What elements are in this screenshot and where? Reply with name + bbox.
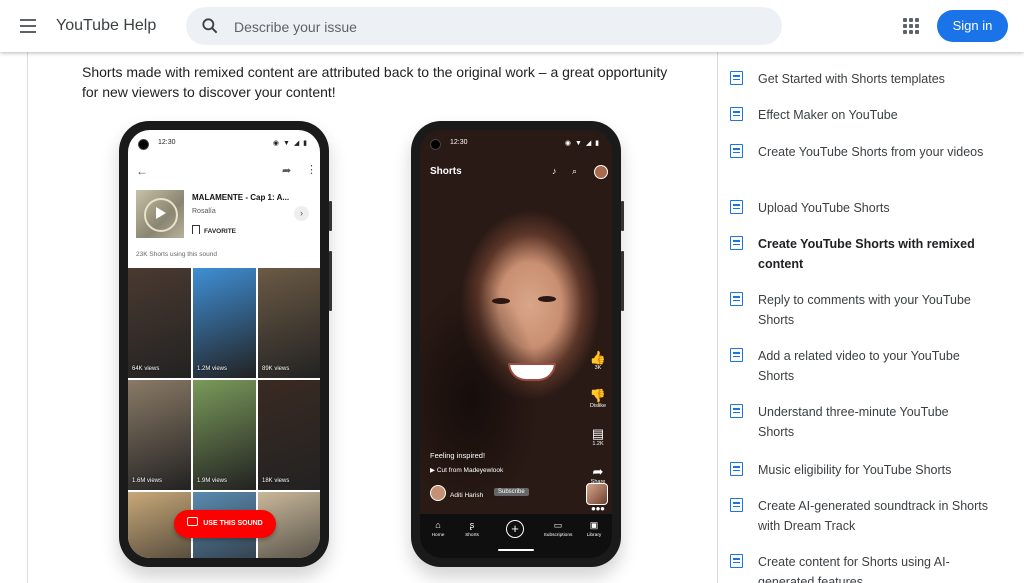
gesture-bar [498, 549, 534, 551]
bookmark-icon [192, 225, 200, 234]
article-icon [730, 200, 743, 214]
share-button: ➦ Share [586, 464, 610, 486]
status-time: 12:30 [450, 139, 468, 146]
article-icon [730, 144, 743, 158]
camera-icon [138, 139, 149, 150]
share-icon: ➦ [592, 464, 604, 479]
google-apps-icon[interactable] [903, 18, 919, 34]
sidebar-item-three-minute-shorts[interactable]: Understand three-minute YouTube Shorts [730, 402, 988, 442]
artist-name: Rosalía [192, 208, 216, 215]
article-icon [730, 348, 743, 362]
shorts-title: Shorts [430, 166, 462, 177]
song-title: MALAMENTE - Cap 1: A... [192, 193, 290, 202]
article-icon [730, 554, 743, 568]
subscribe-button: Subscribe [494, 488, 529, 496]
search-icon[interactable] [200, 16, 220, 36]
sidebar-item-shorts-from-videos[interactable]: Create YouTube Shorts from your videos [730, 142, 988, 162]
search-bar[interactable] [186, 7, 782, 45]
sidebar-item-upload-shorts[interactable]: Upload YouTube Shorts [730, 198, 988, 218]
chevron-right-icon: › [294, 206, 309, 221]
tile-views: 1.9M views [197, 478, 228, 484]
channel-name: Aditi Harish [430, 485, 483, 501]
shorts-icon: ʂ [469, 520, 475, 530]
share-icon: ➦ [282, 165, 292, 177]
cut-from-label: ▶ Cut from Madeyewlook [430, 467, 504, 474]
more-vert-icon: ⋮ [306, 164, 317, 176]
comment-icon: ▤ [591, 426, 605, 441]
play-icon [156, 207, 166, 219]
camera-icon [187, 517, 199, 526]
tile-views: 64K views [132, 366, 160, 372]
favorite-label: FAVORITE [192, 225, 236, 235]
article-icon [730, 404, 743, 418]
sidebar-item-effect-maker[interactable]: Effect Maker on YouTube [730, 105, 988, 125]
nav-library: ▣ Library [576, 520, 612, 538]
shorts-tile: 89K views [258, 268, 320, 378]
phone-mockup-shorts-player: 12:30 ◉ ▼ ◢ ▮ Shorts ♪ ⌕ 👍 3K 👎 Dislike ▤ 1… [411, 121, 624, 567]
tile-views: 1.2M views [197, 366, 228, 372]
tile-views: 89K views [262, 366, 290, 372]
thumb-down-icon: 👎 [589, 388, 607, 403]
sidebar-item-dream-track[interactable]: Create AI-generated soundtrack in Shorts… [730, 496, 988, 536]
sidebar-item-related-video[interactable]: Add a related video to your YouTube Shor… [730, 346, 988, 386]
notification-icon: ♪ [552, 166, 557, 176]
create-plus-icon: + [506, 520, 524, 538]
account-avatar [594, 165, 608, 179]
top-app-bar: YouTube Help Sign in [0, 0, 1024, 52]
status-time: 12:30 [158, 139, 176, 146]
help-center-logo[interactable]: YouTube Help [56, 17, 156, 35]
channel-avatar [430, 485, 446, 501]
article-icon [730, 498, 743, 512]
phone-mockup-sound-page: 12:30 ◉ ▼ ◢ ▮ ← ➦ ⋮ MALAMENTE - Cap 1: A… [119, 121, 332, 567]
shorts-tile: 18K views [258, 380, 320, 490]
comment-button: ▤ 1.2K [586, 426, 610, 448]
back-arrow-icon: ← [136, 164, 148, 178]
sidebar-item-music-eligibility[interactable]: Music eligibility for YouTube Shorts [730, 460, 988, 480]
shorts-count: 23K Shorts using this sound [136, 251, 217, 258]
tile-views: 18K views [262, 478, 290, 484]
status-icons: ◉ ▼ ◢ ▮ [272, 140, 308, 147]
dislike-button: 👎 Dislike [586, 388, 610, 410]
search-input[interactable] [232, 15, 756, 39]
shorts-tile: 64K views [128, 268, 191, 378]
sign-in-button[interactable]: Sign in [937, 10, 1008, 42]
article-icon [730, 462, 743, 476]
like-button: 👍 3K [586, 350, 610, 372]
sidebar-item-ai-features[interactable]: Create content for Shorts using AI-gener… [730, 552, 988, 583]
sidebar-item-shorts-templates[interactable]: Get Started with Shorts templates [730, 69, 988, 89]
album-thumbnail [136, 190, 184, 238]
subscriptions-icon: ▭ [553, 520, 563, 530]
article-icon [730, 292, 743, 306]
sidebar-item-remixed-content[interactable]: Create YouTube Shorts with remixed conte… [730, 234, 988, 274]
article-paragraph: Shorts made with remixed content are att… [82, 64, 668, 100]
use-this-sound-button: USE THIS SOUND [174, 510, 276, 538]
sidebar-item-reply-comments[interactable]: Reply to comments with your YouTube Shor… [730, 290, 988, 330]
related-articles-sidebar: Get Started with Shorts templates Effect… [716, 52, 1024, 583]
video-caption: Feeling inspired! [430, 451, 486, 460]
bottom-navigation: ⌂ Home ʂ Shorts + ▭ Subscriptions ▣ Library [420, 514, 612, 558]
nav-shorts: ʂ Shorts [454, 520, 490, 538]
nav-home: ⌂ Home [420, 520, 456, 538]
article-icon [730, 107, 743, 121]
sound-page-screen: 12:30 ◉ ▼ ◢ ▮ ← ➦ ⋮ MALAMENTE - Cap 1: A… [128, 130, 320, 558]
tile-views: 1.6M views [132, 478, 163, 484]
home-icon: ⌂ [435, 520, 441, 530]
shorts-tile: 1.2M views [193, 268, 256, 378]
sound-thumbnail [586, 483, 608, 505]
search-icon: ⌕ [572, 166, 578, 176]
nav-subscriptions: ▭ Subscriptions [540, 520, 576, 538]
status-icons: ◉ ▼ ◢ ▮ [564, 140, 600, 147]
article-icon [730, 236, 743, 250]
shorts-tile: 1.6M views [128, 380, 191, 490]
library-icon: ▣ [589, 520, 599, 530]
article-content: Shorts made with remixed content are att… [27, 52, 718, 583]
camera-icon [430, 139, 441, 150]
shorts-tile: 1.9M views [193, 380, 256, 490]
thumb-up-icon: 👍 [589, 350, 607, 365]
shorts-player-screen: 12:30 ◉ ▼ ◢ ▮ Shorts ♪ ⌕ 👍 3K 👎 Dislike ▤ 1… [420, 130, 612, 558]
menu-icon[interactable] [16, 14, 42, 38]
article-icon [730, 71, 743, 85]
